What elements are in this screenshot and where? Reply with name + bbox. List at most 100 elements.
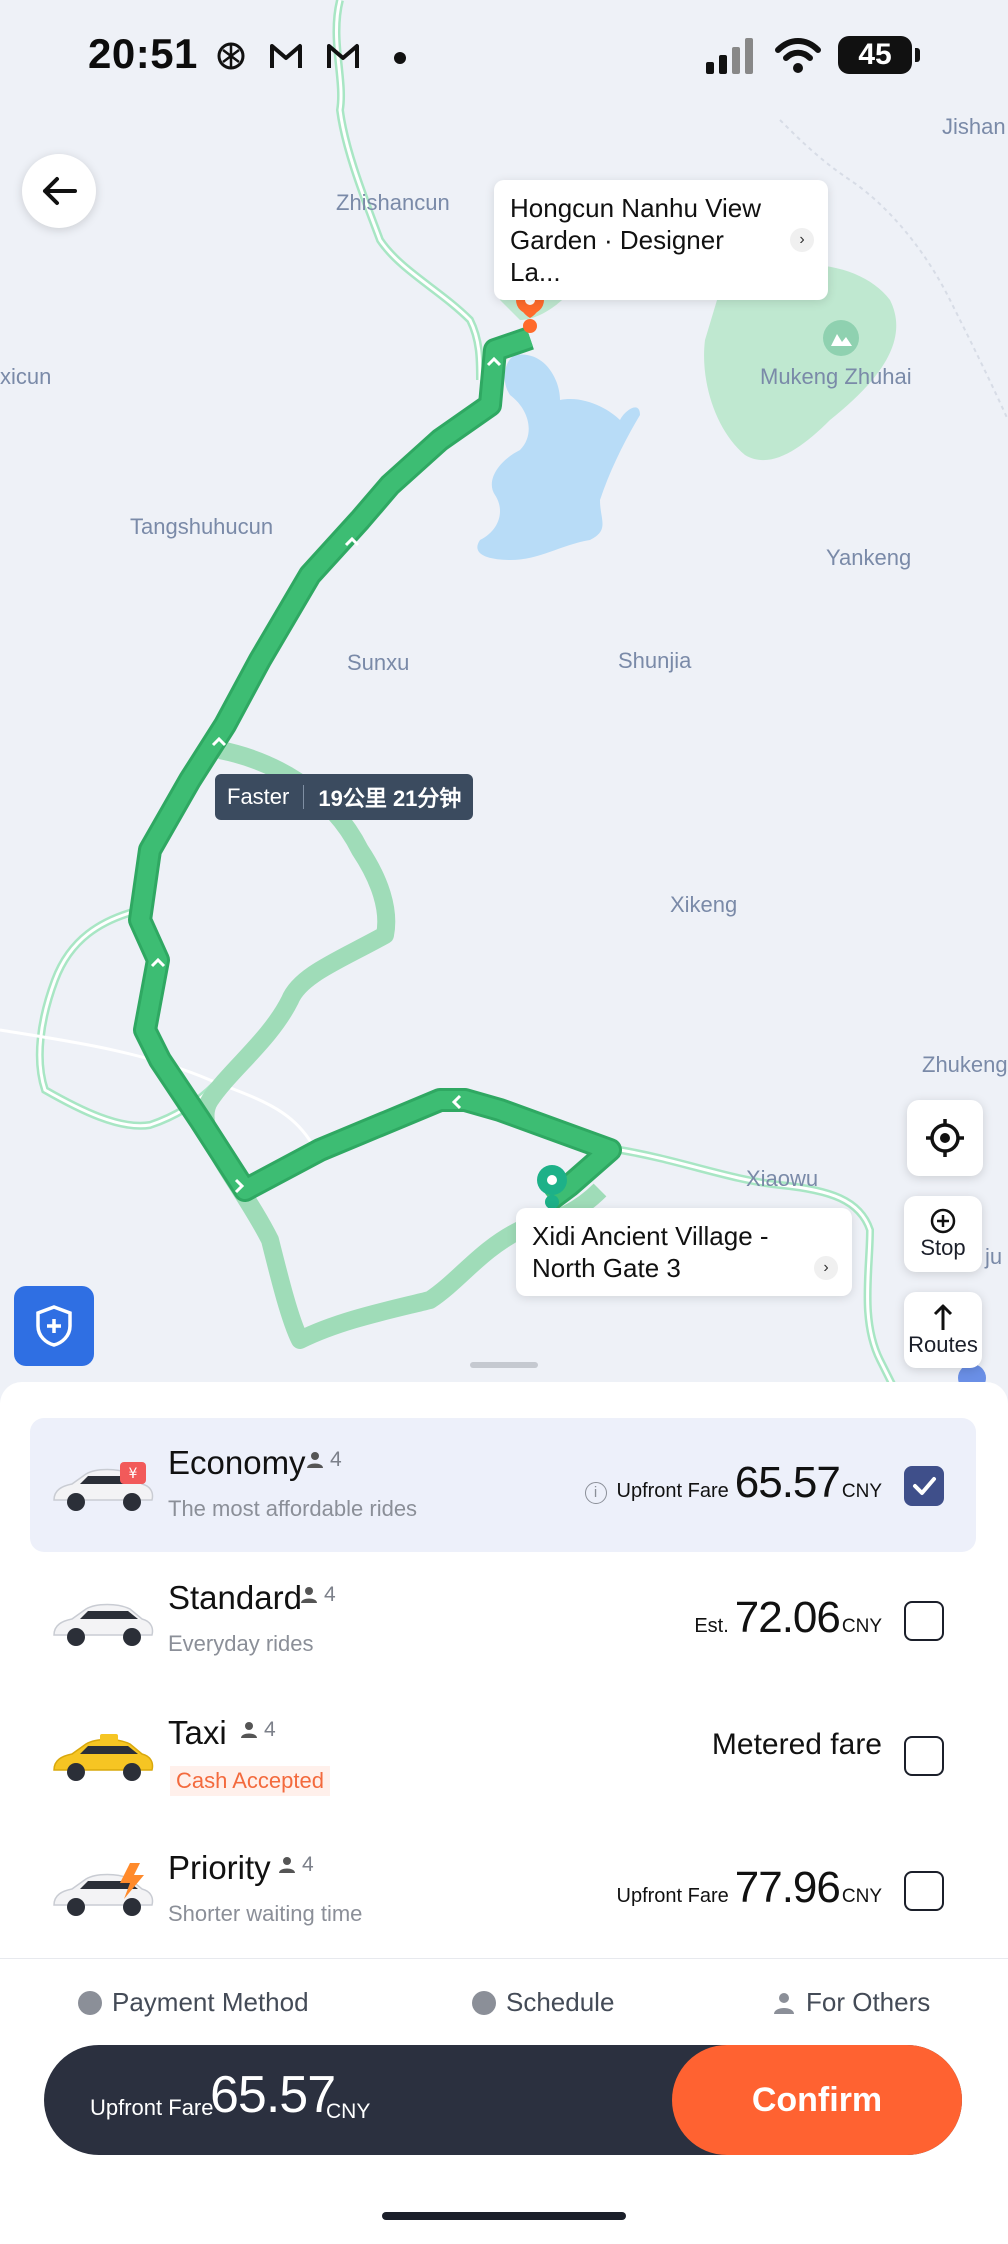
routes-label: Routes [908,1332,978,1357]
map-label-place: Xiaowu [746,1166,819,1191]
person-icon [307,1452,323,1468]
sheet-drag-handle[interactable] [470,1362,538,1368]
divider [303,785,305,809]
ride-subtitle: Shorter waiting time [168,1901,363,1926]
map-label-place: Zhukeng [922,1052,1008,1077]
price-label: Est. [694,1615,729,1637]
ride-option-priority[interactable]: Priority 4 Shorter waiting time Upfront … [30,1823,976,1957]
map-label-place: Xikeng [670,892,738,917]
gmail-icon [327,44,359,68]
map-label-place: ju [985,1244,1003,1269]
route-tag-label: Faster [227,784,290,809]
ride-checkbox[interactable] [904,1736,944,1776]
origin-callout[interactable]: Xidi Ancient Village - North Gate 3 › [516,1208,852,1296]
price-value: 65.57 [734,1458,841,1507]
route-tag-detail: 19公里 21分钟 [318,786,462,811]
price-currency: CNY [841,1886,882,1907]
passenger-count: 4 [306,1448,342,1472]
ride-checkbox[interactable] [904,1601,944,1641]
price-label: Upfront Fare [616,1885,729,1907]
passenger-count-value: 4 [330,1448,342,1471]
payment-method-button[interactable]: Payment Method [78,1987,309,2018]
ride-price: Metered fare [712,1728,882,1762]
status-time: 20:51 [88,30,198,77]
person-icon [241,1722,257,1738]
for-others-label: For Others [806,1987,931,2017]
safety-button[interactable] [14,1286,94,1366]
status-bar: 20:51 45 [0,0,1008,110]
price-value: 77.96 [734,1863,841,1912]
ride-name: Standard [168,1579,302,1616]
wifi-icon [775,38,821,73]
destination-callout[interactable]: Hongcun Nanhu View Garden · Designer La.… [494,180,828,300]
map-label-place: Yankeng [826,545,912,570]
payment-icon [78,1990,102,2015]
back-button[interactable] [22,154,96,228]
map-label-place: Sunxu [347,650,410,675]
ride-checkbox[interactable] [904,1466,944,1506]
crosshair-icon [926,1119,964,1157]
payment-method-label: Payment Method [112,1987,309,2017]
ride-option-standard[interactable]: Standard 4 Everyday rides Est. 72.06 CNY [30,1553,976,1687]
confirm-bar: Upfront Fare 65.57 CNY Confirm [44,2045,962,2155]
ride-subtitle: Everyday rides [168,1631,314,1656]
locate-me-button[interactable] [907,1100,983,1176]
economy-car-icon: ¥ [53,1462,154,1511]
ride-price: Est. 72.06 CNY [694,1593,882,1643]
confirm-fare-currency: CNY [326,2100,371,2123]
confirm-fare-label: Upfront Fare [90,2095,214,2120]
cash-accepted-badge: Cash Accepted [170,1766,330,1796]
schedule-label: Schedule [506,1987,615,2017]
notification-dot-icon [394,52,406,64]
arrow-left-icon [43,177,77,205]
map-label-place: Jishan [942,114,1006,139]
price-value: 72.06 [734,1593,841,1642]
add-stop-label: Stop [920,1235,966,1260]
ride-checkbox[interactable] [904,1871,944,1911]
destination-name: Hongcun Nanhu View Garden · Designer La.… [510,193,762,287]
routes-button[interactable]: Routes [904,1292,982,1368]
route-tag[interactable]: Faster 19公里 21分钟 [215,774,474,820]
chevron-right-icon: › [790,228,814,252]
add-stop-button[interactable]: Stop [904,1196,982,1272]
person-icon [301,1587,317,1603]
price-currency: CNY [841,1616,882,1637]
checkmark-icon [913,1477,936,1495]
price-label: Upfront Fare [616,1480,729,1502]
battery-indicator: 45 [838,36,920,74]
ride-subtitle: The most affordable rides [168,1496,418,1521]
map-label-place: Shunjia [618,648,692,673]
price-currency: CNY [841,1481,882,1502]
schedule-button[interactable]: Schedule [472,1987,614,2018]
ride-option-taxi[interactable]: Taxi 4 Cash Accepted Metered fare [30,1688,976,1822]
ride-price: i Upfront Fare 65.57 CNY [584,1458,882,1508]
map-label-place: Mukeng Zhuhai [760,364,912,389]
info-icon[interactable]: i [584,1482,607,1504]
home-indicator[interactable] [382,2212,626,2220]
svg-text:¥: ¥ [129,1466,138,1482]
ride-option-economy[interactable]: ¥ Economy 4 The most affordable rides i … [30,1418,976,1552]
confirm-fare-value: 65.57 [210,2066,336,2124]
passenger-count: 4 [300,1583,336,1607]
map-label-place: xicun [0,364,52,389]
person-icon [774,1992,794,2014]
for-others-button[interactable]: For Others [772,1987,930,2018]
map-label-place: Zhishancun [336,190,450,215]
openai-icon [217,42,245,70]
passenger-count-value: 4 [324,1583,336,1606]
passenger-count: 4 [278,1853,314,1877]
person-icon [279,1857,295,1873]
cellular-signal-icon [706,38,753,74]
confirm-button[interactable]: Confirm [672,2045,962,2155]
shield-icon [36,1305,72,1347]
standard-car-icon [53,1603,154,1646]
passenger-count-value: 4 [302,1853,314,1876]
ride-options-bar: Payment Method Schedule For Others [0,1958,1008,2042]
route-fork-icon [933,1304,953,1330]
ride-name: Taxi [168,1714,227,1751]
ride-name: Economy [168,1444,306,1481]
park-icon [823,320,859,356]
ride-price: Upfront Fare 77.96 CNY [617,1863,883,1913]
map-view[interactable]: Zhishancun Jishan xicun Mukeng Zhuhai Ta… [0,0,1008,1420]
origin-name: Xidi Ancient Village - North Gate 3 [532,1221,769,1283]
